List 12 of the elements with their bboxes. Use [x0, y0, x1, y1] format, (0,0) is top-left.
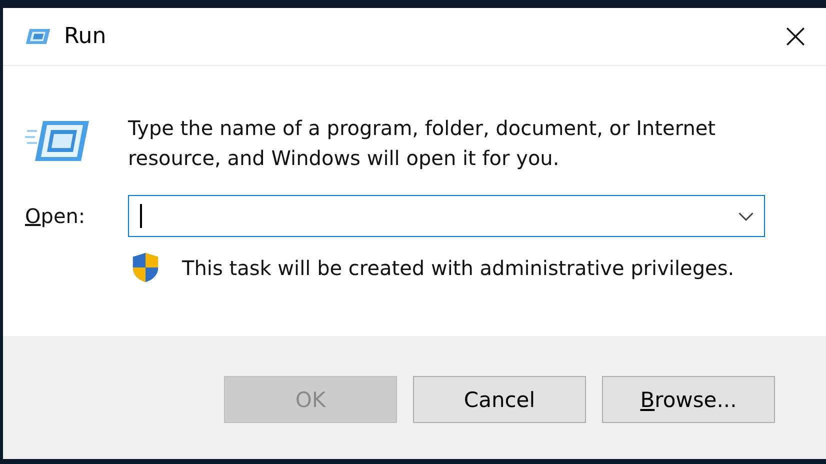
run-icon	[25, 119, 91, 163]
open-combo-box[interactable]	[128, 195, 765, 237]
run-app-icon	[24, 27, 52, 46]
window-title: Run	[64, 24, 106, 49]
shield-icon	[131, 252, 160, 283]
dialog-button[interactable]: Cancel	[413, 376, 586, 423]
admin-notice-text: This task will be created with administrative privileges.	[182, 256, 734, 280]
dialog-button[interactable]: Browse...	[602, 376, 775, 423]
instruction-text: Type the name of a program, folder, document, or Internet resource, and Windows will open it for you.	[128, 115, 717, 172]
close-icon[interactable]	[785, 26, 806, 47]
dropdown-chevron-icon[interactable]	[738, 212, 754, 220]
open-label: Open:	[25, 204, 86, 228]
